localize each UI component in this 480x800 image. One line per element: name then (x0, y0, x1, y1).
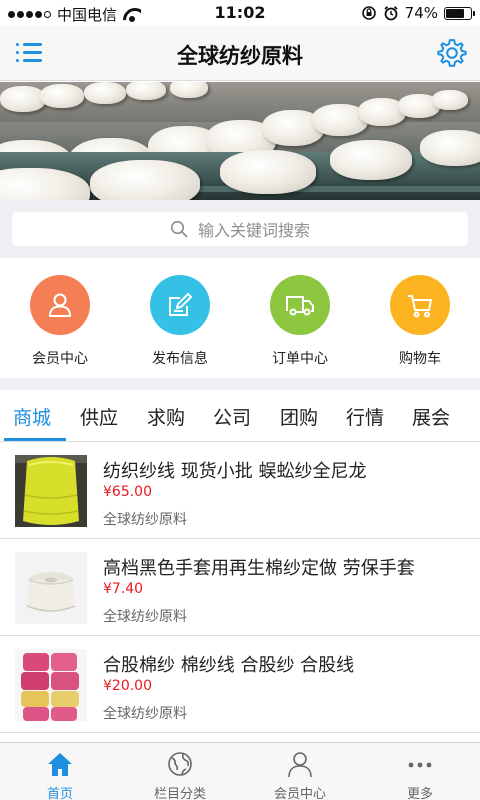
rotation-lock-icon (361, 6, 376, 20)
banner-spool (84, 82, 126, 104)
yellow-yarn-cone-image (15, 455, 87, 527)
more-icon (408, 762, 432, 768)
tab-group-buy[interactable]: 团购 (280, 403, 318, 430)
product-title: 纺织纱线 现货小批 蜈蚣纱全尼龙 (103, 461, 367, 482)
quick-link-member-center[interactable]: 会员中心 (10, 275, 110, 368)
quick-link-label: 订单中心 (272, 351, 328, 367)
tab-mall[interactable]: 商城 (13, 403, 51, 430)
product-shop: 全球纺纱原料 (103, 512, 187, 528)
banner-spool (420, 130, 480, 166)
quick-link-label: 发布信息 (152, 351, 208, 367)
search-area: 输入关键词搜索 (0, 200, 480, 258)
product-thumbnail (15, 552, 87, 624)
battery-percent: 74% (404, 4, 438, 22)
quick-circle (150, 275, 210, 335)
home-icon (48, 753, 72, 776)
user-icon (48, 293, 72, 317)
product-price: ¥65.00 (103, 484, 152, 500)
tabbar-home[interactable]: 首页 (0, 743, 120, 800)
status-bar-right: 74% (361, 4, 475, 22)
quick-circle (390, 275, 450, 335)
quick-links: 会员中心 发布信息 订单中心 购物车 (0, 258, 480, 378)
product-price: ¥20.00 (103, 678, 152, 694)
product-item[interactable]: 合股棉纱 棉纱线 合股纱 合股线 ¥20.00 全球纺纱原料 (0, 637, 480, 733)
tab-exhibition[interactable]: 展会 (412, 403, 450, 430)
banner-spool (220, 150, 316, 194)
tabbar-member-center[interactable]: 会员中心 (240, 743, 360, 800)
banner-spool (330, 140, 412, 180)
pink-yarn-stack-image (15, 649, 87, 721)
product-price: ¥7.40 (103, 581, 144, 597)
tabbar-label: 更多 (406, 787, 433, 800)
battery-fill (446, 8, 464, 18)
tabbar-categories[interactable]: 栏目分类 (120, 743, 240, 800)
quick-link-orders[interactable]: 订单中心 (250, 275, 350, 368)
quick-link-label: 会员中心 (32, 351, 88, 367)
quick-circle (30, 275, 90, 335)
status-bar: 中国电信 11:02 74% (0, 0, 480, 26)
alarm-icon (384, 6, 398, 21)
person-icon (288, 752, 312, 778)
product-title: 高档黑色手套用再生棉纱定做 劳保手套 (103, 558, 415, 579)
banner-spool (432, 90, 468, 110)
white-yarn-cone-image (15, 552, 87, 624)
cart-icon (408, 295, 433, 318)
banner-spool (126, 82, 166, 100)
edit-icon (169, 292, 193, 316)
tab-company[interactable]: 公司 (213, 403, 251, 430)
nav-bar: 全球纺纱原料 (0, 26, 480, 81)
tabbar-more[interactable]: 更多 (360, 743, 480, 800)
search-placeholder: 输入关键词搜索 (197, 221, 310, 240)
product-item[interactable]: 纺织纱线 现货小批 蜈蚣纱全尼龙 ¥65.00 全球纺纱原料 (0, 443, 480, 539)
quick-link-publish[interactable]: 发布信息 (130, 275, 230, 368)
product-shop: 全球纺纱原料 (103, 706, 187, 722)
tab-market[interactable]: 行情 (346, 403, 384, 430)
tabbar-label: 首页 (46, 787, 73, 800)
quick-link-label: 购物车 (399, 351, 441, 367)
truck-icon (286, 296, 314, 316)
page-title: 全球纺纱原料 (177, 44, 303, 68)
section-divider (0, 378, 480, 390)
product-thumbnail (15, 455, 87, 527)
tab-active-indicator (4, 438, 66, 441)
quick-circle (270, 275, 330, 335)
category-tabs: 商城 供应 求购 公司 团购 行情 展会 (0, 390, 480, 442)
banner-spool (170, 82, 208, 98)
product-title: 合股棉纱 棉纱线 合股纱 合股线 (103, 655, 355, 676)
quick-link-cart[interactable]: 购物车 (370, 275, 470, 368)
search-icon (170, 220, 188, 238)
search-input[interactable]: 输入关键词搜索 (12, 212, 468, 246)
globe-icon (168, 752, 192, 776)
tabbar-label: 会员中心 (273, 787, 326, 800)
bottom-tab-bar: 首页 栏目分类 会员中心 更多 (0, 742, 480, 800)
banner-spool (90, 160, 200, 200)
product-item[interactable]: 高档黑色手套用再生棉纱定做 劳保手套 ¥7.40 全球纺纱原料 (0, 540, 480, 636)
banner-spool (40, 84, 84, 108)
tabbar-label: 栏目分类 (153, 787, 206, 800)
product-thumbnail (15, 649, 87, 721)
battery-icon (444, 6, 475, 20)
banner-spool (0, 86, 46, 112)
product-shop: 全球纺纱原料 (103, 609, 187, 625)
banner-carousel[interactable] (0, 82, 480, 200)
tab-purchase[interactable]: 求购 (147, 403, 185, 430)
tab-supply[interactable]: 供应 (80, 403, 118, 430)
gear-icon[interactable] (436, 37, 468, 69)
